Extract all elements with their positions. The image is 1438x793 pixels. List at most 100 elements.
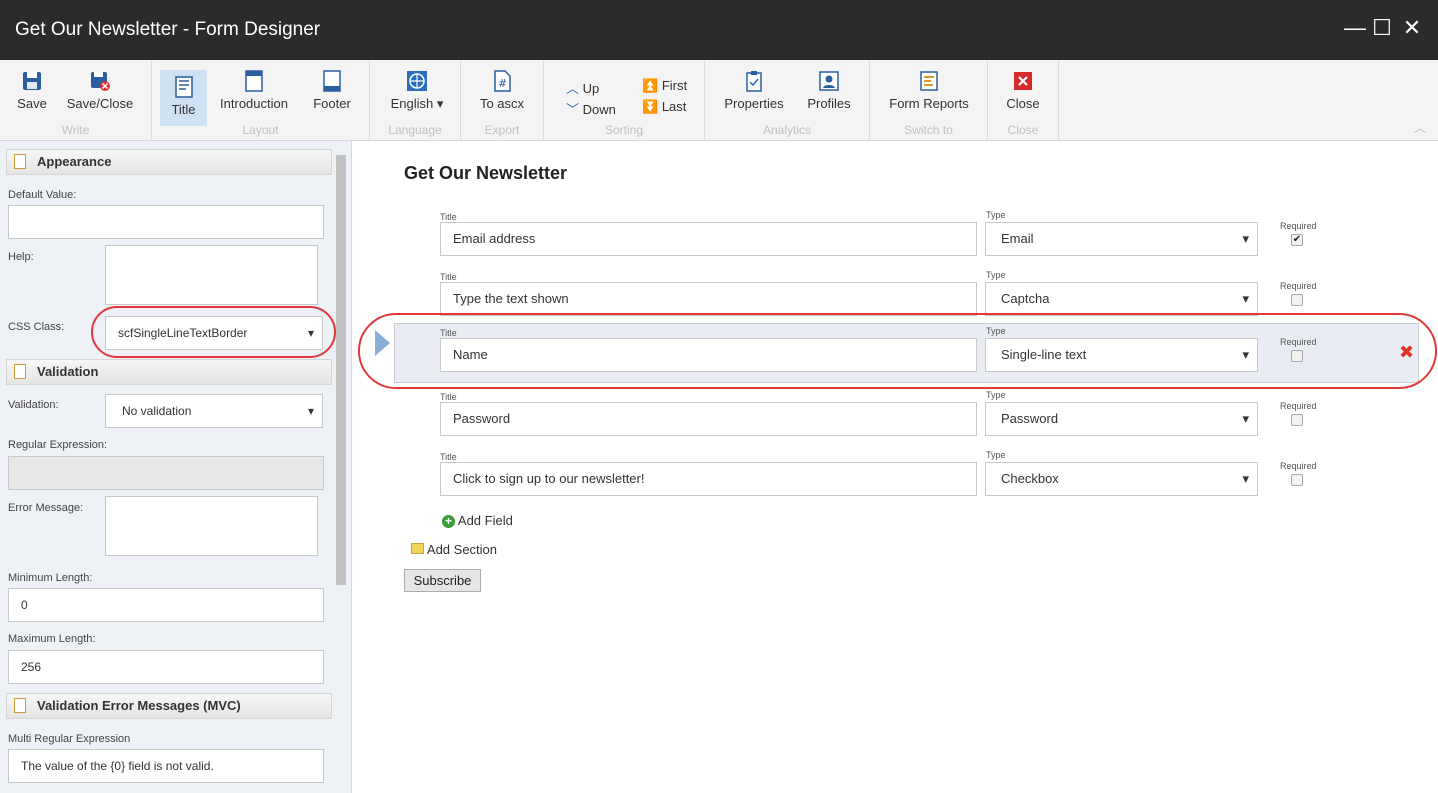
group-layout: Title Introduction Footer Layout (152, 60, 370, 141)
close-button[interactable]: Close (1002, 70, 1044, 111)
language-dropdown[interactable]: English ▾ (388, 70, 446, 112)
form-field-row[interactable]: TitlePasswordTypePasswordRequired (394, 387, 1419, 447)
validation-select[interactable]: No validation (105, 394, 323, 428)
highlight-ring-css-class (91, 306, 336, 358)
add-section-label: Add Section (426, 542, 498, 557)
double-chevron-down-icon: ⏬ (642, 99, 659, 114)
group-caption-sorting: Sorting (604, 123, 644, 137)
validation-label: Validation: (8, 399, 59, 411)
form-field-row[interactable]: TitleEmail address Type Email Required ✔ (394, 207, 1419, 267)
group-close: Close Close (988, 60, 1059, 141)
profiles-label: Profiles (807, 96, 851, 111)
chevron-down-icon: ﹀ (566, 102, 580, 117)
error-message-label: Error Message: (8, 502, 84, 514)
form-field-row[interactable]: Title Click to sign up to our newsletter!… (394, 447, 1419, 507)
add-circle-icon: + (442, 515, 455, 528)
save-button[interactable]: Save (12, 70, 52, 111)
field-title-label: Title (440, 452, 457, 462)
introduction-button[interactable]: Introduction (217, 70, 291, 111)
chevron-up-icon: ︿ (566, 81, 580, 96)
ribbon-toolbar: Save Save/Close Write Title Introduction… (0, 60, 1438, 141)
field-type-select[interactable]: Password (985, 402, 1258, 436)
field-type-select[interactable]: Checkbox (985, 462, 1258, 496)
regular-expression-label: Regular Expression: (8, 439, 108, 451)
validation-title: Validation (37, 364, 99, 379)
subscribe-button[interactable]: Subscribe (404, 569, 481, 592)
maximum-length-field[interactable]: 256 (8, 650, 324, 684)
report-icon (920, 71, 938, 91)
left-panel-scrollbar[interactable] (335, 145, 347, 790)
down-label: Down (582, 102, 616, 117)
up-button[interactable]: ︿ Up (566, 78, 599, 97)
regular-expression-field (8, 456, 324, 490)
title-icon (174, 76, 193, 98)
field-title-input[interactable]: Password (440, 402, 977, 436)
validation-section-header[interactable]: Validation (6, 359, 332, 385)
add-field-label: Add Field (457, 513, 513, 528)
group-caption-write: Write (61, 123, 90, 137)
group-sorting: ︿ Up ﹀ Down ⏫ First ⏬ Last Sorting (544, 60, 705, 141)
save-close-icon (91, 72, 110, 91)
appearance-section-header[interactable]: Appearance (6, 149, 332, 175)
introduction-icon (245, 70, 263, 92)
minimize-button[interactable]: — (1341, 14, 1369, 42)
field-title-input[interactable]: Click to sign up to our newsletter! (440, 462, 977, 496)
field-title-input[interactable]: Email address (440, 222, 977, 256)
language-label: English ▾ (390, 96, 444, 111)
field-type-label: Type (986, 390, 1006, 400)
group-caption-export: Export (484, 123, 520, 137)
field-title-label: Title (440, 212, 457, 222)
group-language: English ▾ Language (370, 60, 461, 141)
field-required-checkbox[interactable] (1291, 294, 1303, 306)
footer-icon (323, 70, 341, 92)
properties-button[interactable]: Properties (723, 70, 785, 111)
help-field[interactable] (105, 245, 318, 305)
svg-text:#: # (498, 77, 507, 90)
default-value-label: Default Value: (8, 189, 77, 201)
field-required-checkbox[interactable] (1291, 474, 1303, 486)
mvc-section-header[interactable]: Validation Error Messages (MVC) (6, 693, 332, 719)
default-value-field[interactable] (8, 205, 324, 239)
help-label: Help: (8, 251, 34, 263)
window-titlebar: Get Our Newsletter - Form Designer — ☐ ✕ (0, 0, 1438, 60)
field-required-label: Required (1280, 281, 1317, 291)
field-required-label: Required (1280, 401, 1317, 411)
save-icon (23, 72, 41, 90)
save-close-button[interactable]: Save/Close (66, 70, 134, 111)
to-ascx-button[interactable]: # To ascx (479, 70, 525, 111)
add-section-icon (411, 543, 424, 554)
multi-regex-field[interactable]: The value of the {0} field is not valid. (8, 749, 324, 783)
mvc-title: Validation Error Messages (MVC) (37, 698, 241, 713)
down-button[interactable]: ﹀ Down (566, 99, 616, 118)
add-field-button[interactable]: + Add Field (442, 513, 513, 528)
field-type-select[interactable]: Captcha (985, 282, 1258, 316)
add-section-button[interactable]: Add Section (411, 542, 497, 557)
section-doc-icon (14, 698, 26, 713)
scrollbar-thumb[interactable] (336, 155, 346, 585)
clipboard-icon (746, 71, 762, 92)
form-reports-label: Form Reports (889, 96, 969, 111)
close-window-button[interactable]: ✕ (1398, 14, 1426, 42)
up-label: Up (582, 81, 600, 96)
group-analytics: Properties Profiles Analytics (705, 60, 870, 141)
minimum-length-field[interactable]: 0 (8, 588, 324, 622)
group-caption-close: Close (1007, 123, 1039, 137)
title-button[interactable]: Title (160, 70, 207, 126)
last-button[interactable]: ⏬ Last (642, 99, 686, 115)
error-message-field[interactable] (105, 496, 318, 556)
form-heading[interactable]: Get Our Newsletter (404, 163, 567, 184)
form-reports-button[interactable]: Form Reports (889, 70, 969, 111)
field-required-checkbox[interactable] (1291, 414, 1303, 426)
footer-button[interactable]: Footer (307, 70, 357, 111)
group-switch-to: Form Reports Switch to (870, 60, 988, 141)
save-label: Save (17, 96, 47, 111)
field-required-label: Required (1280, 221, 1317, 231)
multi-regex-label: Multi Regular Expression (8, 733, 131, 745)
field-title-input[interactable]: Type the text shown (440, 282, 977, 316)
first-button[interactable]: ⏫ First (642, 78, 687, 94)
field-required-checkbox[interactable]: ✔ (1291, 234, 1303, 246)
profiles-button[interactable]: Profiles (805, 70, 853, 111)
maximize-button[interactable]: ☐ (1368, 14, 1396, 42)
collapse-ribbon-icon[interactable]: ︿ (1414, 119, 1426, 136)
field-type-select[interactable]: Email (985, 222, 1258, 256)
